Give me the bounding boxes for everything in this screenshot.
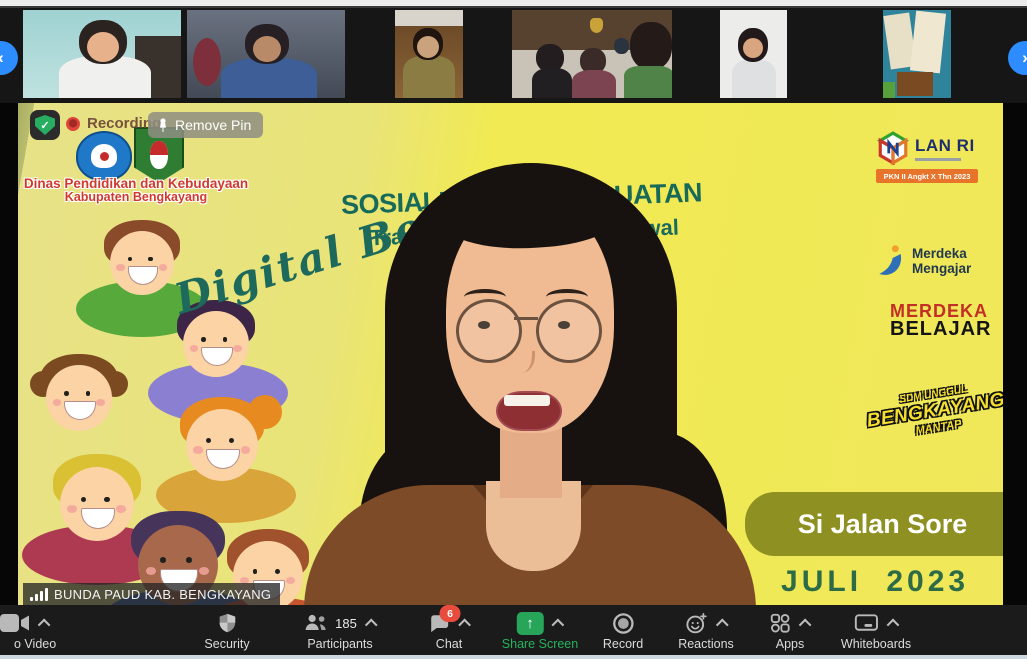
share-caret[interactable] [551,618,564,631]
audio-level-icon [30,588,48,601]
merdeka-belajar-logo: MERDEKA BELAJAR [890,303,991,339]
apps-label: Apps [776,637,805,651]
participants-label: Participants [307,637,372,651]
security-label: Security [204,637,249,651]
recording-dot-icon [66,117,80,131]
shield-check-icon: ✓ [35,115,55,135]
pin-icon [157,118,169,133]
event-banner: Si Jalan Sore [745,492,1003,556]
video-thumbnail-6[interactable] [883,10,951,98]
meeting-toolbar: o Video Security 185 [0,605,1027,655]
toolbar-participants[interactable]: 185 Participants [303,605,377,655]
encryption-badge[interactable]: ✓ [30,110,60,140]
gallery-next-button[interactable]: › [1008,41,1027,75]
video-caret[interactable] [38,618,51,631]
whiteboards-icon [854,612,879,634]
reactions-smiley-icon [684,612,708,635]
video-thumbnail-3[interactable] [395,10,463,98]
video-thumbnail-4[interactable] [512,10,672,98]
toolbar-share-screen[interactable]: ↑ Share Screen [502,605,578,655]
security-shield-icon [216,612,238,635]
toolbar-apps[interactable]: Apps [769,605,811,655]
toolbar-reactions[interactable]: Reactions [678,605,734,655]
pinned-video-stage: Dinas Pendidikan dan Kebudayaan Kabupate… [0,103,1027,605]
lanri-cube-icon [876,131,910,165]
toolbar-record[interactable]: Record [603,605,643,655]
video-camera-icon [0,612,30,634]
whiteboards-caret[interactable] [886,618,899,631]
gallery-strip: ‹ › [0,8,1027,103]
remove-pin-label: Remove Pin [175,117,251,133]
chat-caret[interactable] [458,618,471,631]
chevron-right-icon: › [1022,48,1027,68]
participant-name-label: BUNDA PAUD KAB. BENGKAYANG [23,583,280,605]
record-icon [611,612,634,635]
toolbar-whiteboards[interactable]: Whiteboards [841,605,911,655]
remove-pin-button[interactable]: Remove Pin [148,112,263,138]
lanri-name: LAN RI [915,136,975,156]
organizer-text: Dinas Pendidikan dan Kebudayaan Kabupate… [20,177,252,204]
reactions-label: Reactions [678,637,734,651]
toolbar-stop-video[interactable]: o Video [14,605,56,655]
participants-icon [303,612,329,634]
merdeka-mengajar-logo: Merdeka Mengajar [874,243,971,281]
chat-label: Chat [436,637,462,651]
video-thumbnail-2[interactable] [187,10,345,98]
zoom-meeting-window: ‹ › [0,0,1027,659]
window-bottom-edge [0,655,1027,659]
education-ministry-crest-icon [76,131,132,181]
chat-unread-badge: 6 [440,605,461,622]
whiteboards-label: Whiteboards [841,637,911,651]
pinned-video[interactable]: Dinas Pendidikan dan Kebudayaan Kabupate… [18,103,1003,605]
chevron-left-icon: ‹ [0,48,4,68]
apps-icon [769,612,791,634]
lanri-banner: PKN II Angkt X Thn 2023 [876,169,978,183]
graffiti-slogan: SDM UNGGUL BENGKAYANG MANTAP [853,377,1003,446]
video-thumbnail-1[interactable] [23,10,181,98]
reactions-caret[interactable] [716,618,729,631]
gallery-prev-button[interactable]: ‹ [0,41,18,75]
recording-indicator: Recording [66,115,161,132]
lanri-tagline [915,158,961,161]
video-label: o Video [14,637,56,651]
participant-name: BUNDA PAUD KAB. BENGKAYANG [54,587,271,602]
participants-count: 185 [335,616,357,631]
merdeka-mengajar-icon [874,243,906,281]
lanri-logo: LAN RI PKN II Angkt X Thn 2023 [876,131,978,183]
toolbar-chat[interactable]: 6 Chat [428,605,471,655]
apps-caret[interactable] [799,618,812,631]
share-label: Share Screen [502,637,578,651]
share-screen-icon: ↑ [517,612,544,635]
toolbar-security[interactable]: Security [204,605,249,655]
video-thumbnail-5[interactable] [720,10,787,98]
window-chrome-strip [0,0,1027,8]
record-label: Record [603,637,643,651]
speaker-glasses [456,299,522,363]
event-date: 4 JULI 2023 [736,565,1003,599]
participants-caret[interactable] [365,618,378,631]
